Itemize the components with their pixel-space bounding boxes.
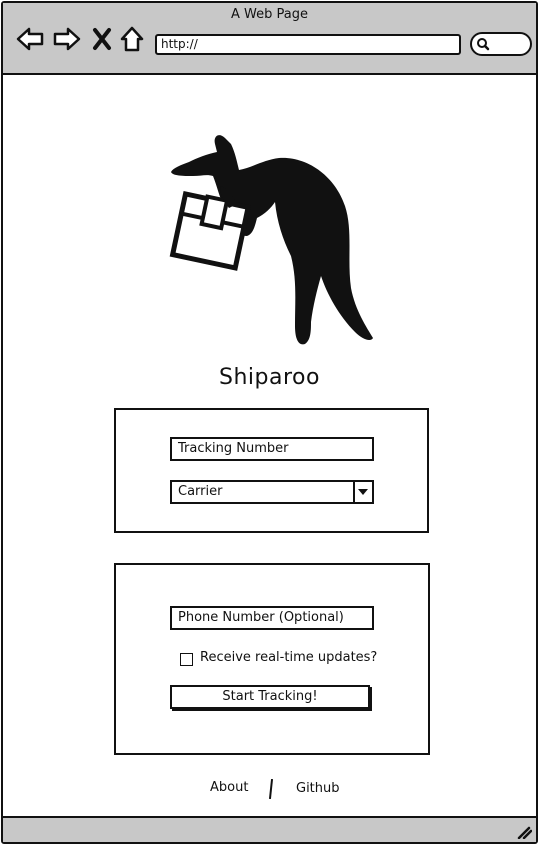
address-bar[interactable]: http:// [155, 34, 461, 55]
chevron-down-icon[interactable] [353, 482, 372, 502]
footer-divider [268, 778, 274, 800]
forward-arrow-icon [53, 27, 81, 51]
tracking-number-input[interactable]: Tracking Number [170, 437, 374, 461]
updates-checkbox-label: Receive real-time updates? [200, 650, 378, 665]
tracking-panel: Tracking Number Carrier [114, 408, 429, 533]
home-button[interactable] [118, 25, 146, 53]
back-arrow-icon [16, 27, 44, 51]
search-icon [477, 38, 490, 51]
browser-titlebar: A Web Page http:// [3, 3, 536, 75]
close-icon [93, 28, 111, 50]
browser-statusbar [3, 816, 536, 842]
carrier-select-value: Carrier [178, 484, 223, 499]
kangaroo-with-package-icon [169, 135, 373, 345]
forward-button[interactable] [52, 25, 82, 53]
start-tracking-button[interactable]: Start Tracking! [170, 685, 370, 709]
updates-checkbox[interactable] [180, 653, 193, 666]
resize-grip-icon[interactable] [516, 825, 532, 839]
carrier-select[interactable]: Carrier [170, 480, 374, 504]
stop-button[interactable] [91, 25, 113, 53]
browser-window: A Web Page http:// Shiparoo Tracking Num… [1, 1, 538, 844]
back-button[interactable] [15, 25, 45, 53]
window-title: A Web Page [231, 7, 308, 22]
github-link[interactable]: Github [296, 781, 340, 796]
phone-number-input[interactable]: Phone Number (Optional) [170, 606, 374, 630]
page-content: Shiparoo Tracking Number Carrier Phone N… [3, 75, 536, 816]
brand-name: Shiparoo [219, 365, 320, 390]
browser-search-box[interactable] [470, 32, 532, 56]
home-icon [120, 26, 144, 52]
about-link[interactable]: About [210, 780, 248, 795]
notification-panel: Phone Number (Optional) Receive real-tim… [114, 563, 430, 755]
